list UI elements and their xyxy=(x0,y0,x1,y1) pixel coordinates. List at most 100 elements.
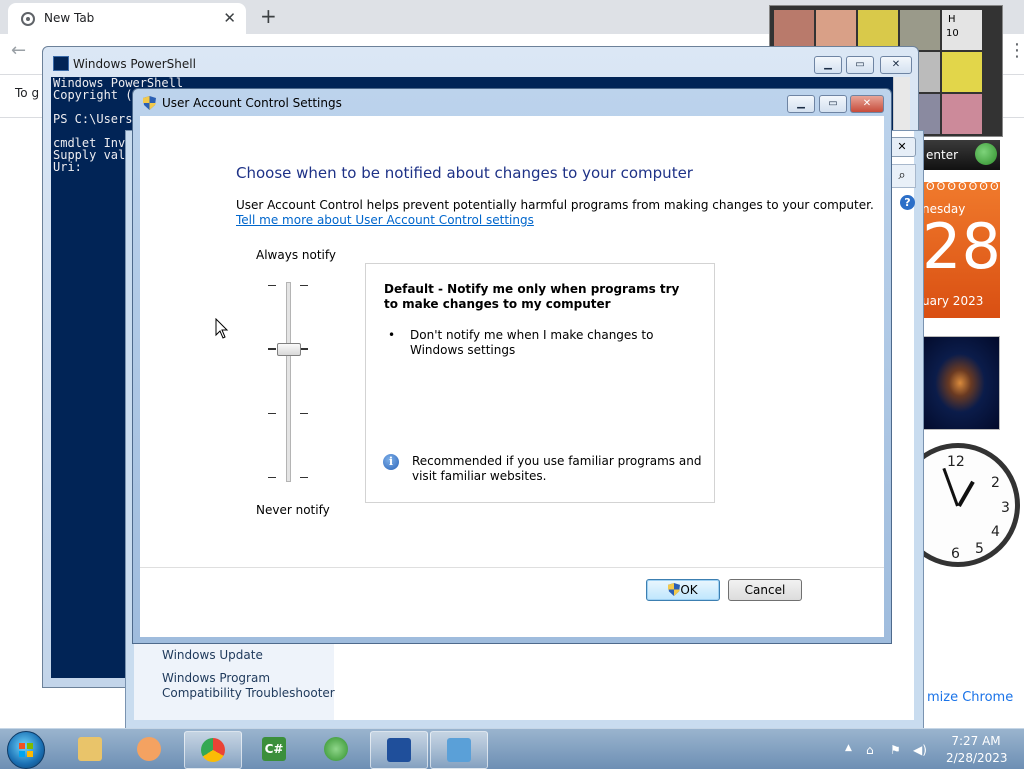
volume-icon[interactable]: ◀) xyxy=(913,743,927,757)
ps-maximize-button[interactable]: ▭ xyxy=(846,56,874,74)
windows-logo-icon xyxy=(19,743,33,757)
console-line: PS C:\Users\ xyxy=(53,112,140,126)
uac-settings-window[interactable]: User Account Control Settings ▁ ▭ ✕ Choo… xyxy=(132,88,892,644)
level-recommendation: Recommended if you use familiar programs… xyxy=(412,454,702,483)
slideshow-tile: H 10 xyxy=(942,10,982,50)
console-line: Uri: xyxy=(53,160,82,174)
taskbar: C# ▲ ⌂ ⚑ ◀) 7:27 AM 2/28/2023 xyxy=(0,728,1024,769)
slideshow-caption: H xyxy=(948,14,956,25)
back-arrow-icon[interactable]: ← xyxy=(11,40,26,61)
windows-update-icon xyxy=(324,737,348,761)
uac-title: User Account Control Settings xyxy=(162,96,342,110)
slideshow-tile xyxy=(858,10,898,50)
slider-tick xyxy=(300,477,308,478)
uac-footer: OK Cancel xyxy=(140,567,884,637)
slider-tick xyxy=(268,413,276,414)
tray-time[interactable]: 7:27 AM xyxy=(946,734,1006,748)
level-bullet-text: Don't notify me when I make changes to W… xyxy=(410,328,654,357)
clock-minute-hand xyxy=(942,467,959,507)
slider-never-notify-label: Never notify xyxy=(256,503,330,517)
bullet-point: • xyxy=(388,328,396,342)
csharp-taskbar-button[interactable]: C# xyxy=(246,731,302,767)
folder-icon xyxy=(78,737,102,761)
new-tab-button[interactable]: + xyxy=(260,4,277,28)
clock-hour-hand xyxy=(957,480,975,507)
uac-description: User Account Control helps prevent poten… xyxy=(236,198,874,212)
windows-update-link[interactable]: Windows Update xyxy=(162,648,263,662)
customize-chrome-link[interactable]: mize Chrome xyxy=(927,690,1013,705)
clock-number: 3 xyxy=(1001,500,1010,516)
notification-slider-thumb[interactable] xyxy=(277,343,301,356)
slideshow-tile xyxy=(942,94,982,134)
powershell-icon xyxy=(53,56,69,71)
slider-tick xyxy=(300,285,308,286)
start-button[interactable] xyxy=(7,731,45,769)
control-panel-taskbar-button[interactable] xyxy=(430,731,488,769)
slider-tick xyxy=(268,477,276,478)
clock-number: 4 xyxy=(991,524,1000,540)
chrome-icon xyxy=(201,738,225,762)
slideshow-tile xyxy=(816,10,856,50)
chrome-taskbar-button[interactable] xyxy=(184,731,242,769)
chrome-tab-new-tab[interactable]: New Tab ✕ xyxy=(8,3,246,34)
ps-minimize-button[interactable]: ▁ xyxy=(814,56,842,74)
program-compat-link[interactable]: Windows Program xyxy=(162,671,270,685)
powershell-icon xyxy=(387,738,411,762)
media-player-icon xyxy=(137,737,161,761)
help-icon[interactable]: ? xyxy=(900,195,915,210)
close-tab-icon[interactable]: ✕ xyxy=(223,9,236,27)
control-panel-icon xyxy=(447,738,471,762)
search-icon[interactable]: ⌕ xyxy=(888,164,916,188)
picture-puzzle-gadget[interactable] xyxy=(920,336,1000,430)
uac-minimize-button[interactable]: ▁ xyxy=(787,95,815,113)
ps-close-button[interactable]: ✕ xyxy=(880,56,912,74)
level-title: Default - Notify me only when programs t… xyxy=(384,282,680,311)
network-icon[interactable]: ⌂ xyxy=(866,743,874,757)
chrome-info-text: To g xyxy=(15,86,40,100)
slideshow-tile xyxy=(774,10,814,50)
slideshow-tile xyxy=(942,52,982,92)
slider-tick xyxy=(268,348,276,350)
media-player-taskbar-button[interactable] xyxy=(121,731,177,767)
calendar-gadget[interactable]: ʘʘʘʘʘʘʘʘ nesday 28 uary 2023 xyxy=(920,180,1009,318)
slideshow-tile xyxy=(900,10,940,50)
ok-label: OK xyxy=(680,583,698,597)
explorer-taskbar-button[interactable] xyxy=(62,731,118,767)
slider-tick xyxy=(300,413,308,414)
slider-tick xyxy=(268,285,276,286)
uac-learn-more-link[interactable]: Tell me more about User Account Control … xyxy=(236,213,534,227)
console-line: Copyright (C xyxy=(53,88,140,102)
action-center-flag-icon[interactable]: ⚑ xyxy=(890,743,901,757)
program-compat-link-line2[interactable]: Compatibility Troubleshooter xyxy=(162,686,335,700)
chrome-favicon-icon xyxy=(21,12,35,26)
cancel-button[interactable]: Cancel xyxy=(728,579,802,601)
tray-date[interactable]: 2/28/2023 xyxy=(946,751,1008,765)
slider-always-notify-label: Always notify xyxy=(256,248,336,262)
windows-media-center-gadget[interactable]: enter xyxy=(920,140,1000,170)
windows-taskbar-button[interactable] xyxy=(308,731,364,767)
clock-number: 5 xyxy=(975,541,984,557)
clock-number: 2 xyxy=(991,475,1000,491)
level-description-box: Default - Notify me only when programs t… xyxy=(365,263,715,503)
uac-maximize-button[interactable]: ▭ xyxy=(819,95,847,113)
slider-tick xyxy=(300,348,308,350)
calendar-month: uary 2023 xyxy=(922,294,984,308)
chrome-menu-icon[interactable]: ⋮ xyxy=(1008,40,1024,61)
powershell-taskbar-button[interactable] xyxy=(370,731,428,769)
uac-shield-icon xyxy=(143,96,156,110)
show-hidden-icons-arrow[interactable]: ▲ xyxy=(845,743,852,753)
clock-gadget[interactable]: 12 2 3 4 5 6 xyxy=(896,443,1020,568)
slideshow-caption: 10 xyxy=(946,28,959,39)
ok-button[interactable]: OK xyxy=(646,579,720,601)
notification-slider-track[interactable] xyxy=(286,282,291,482)
clock-number: 12 xyxy=(947,454,965,470)
gadget-strip-text: enter xyxy=(926,148,959,162)
powershell-title: Windows PowerShell xyxy=(73,57,196,71)
uac-close-button[interactable]: ✕ xyxy=(850,95,884,113)
tab-title: New Tab xyxy=(44,11,95,25)
control-panel-close-button[interactable]: ✕ xyxy=(888,137,916,157)
windows-logo-icon xyxy=(975,143,997,165)
info-icon: i xyxy=(383,454,399,470)
uac-heading: Choose when to be notified about changes… xyxy=(236,164,693,182)
uac-body: Choose when to be notified about changes… xyxy=(140,116,884,636)
